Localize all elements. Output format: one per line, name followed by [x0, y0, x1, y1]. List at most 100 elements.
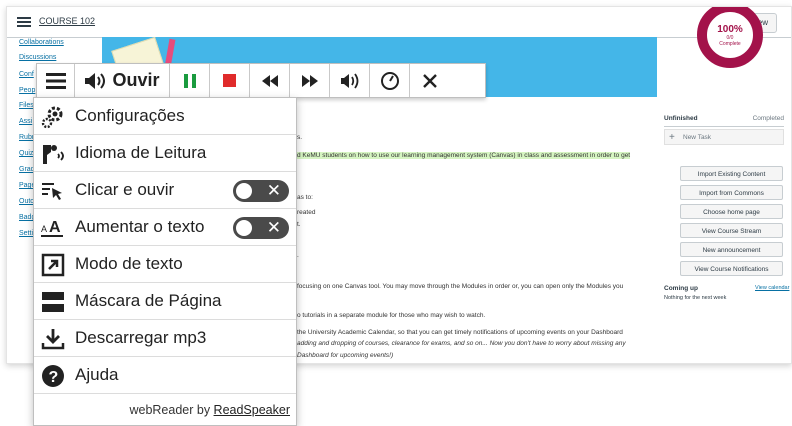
menu-item-download-mp3[interactable]: Descarregar mp3 — [34, 320, 296, 357]
click-listen-icon — [42, 183, 62, 200]
import-existing-content-button[interactable]: Import Existing Content — [680, 166, 783, 181]
tabs-divider — [664, 126, 784, 127]
settings-icon — [41, 106, 63, 129]
tab-completed[interactable]: Completed — [753, 115, 784, 122]
import-from-commons-button[interactable]: Import from Commons — [680, 185, 783, 200]
course-progress-ring: 100% 0/0 Complete — [697, 7, 763, 68]
nav-item-outcomes[interactable]: Outc — [19, 198, 34, 205]
new-task-label: New Task — [683, 134, 712, 141]
content-line: as to: — [297, 194, 313, 201]
menu-item-reading-language[interactable]: Idioma de Leitura — [34, 135, 296, 172]
new-task-button[interactable]: + New Task — [664, 129, 784, 145]
menu-item-settings[interactable]: Configurações — [34, 98, 296, 135]
hamburger-menu-icon[interactable] — [17, 17, 31, 27]
nav-item-files[interactable]: Files — [19, 102, 34, 109]
volume-icon — [340, 72, 358, 89]
speed-icon — [380, 71, 399, 90]
menu-item-text-mode[interactable]: Modo de texto — [34, 246, 296, 283]
close-readspeaker-button[interactable] — [410, 64, 450, 97]
coming-up-heading: Coming up — [664, 285, 698, 292]
menu-item-help[interactable]: ? Ajuda — [34, 357, 296, 394]
menu-icon — [45, 72, 66, 89]
new-announcement-button[interactable]: New announcement — [680, 242, 783, 257]
nav-item-collaborations[interactable]: Collaborations — [19, 39, 64, 46]
readspeaker-footer: webReader by ReadSpeaker — [34, 395, 296, 425]
menu-item-enlarge-text[interactable]: A A Aumentar o texto ✕ — [34, 209, 296, 246]
readspeaker-menu-button[interactable] — [37, 64, 75, 97]
toggle-knob — [236, 220, 252, 236]
choose-home-page-button[interactable]: Choose home page — [680, 204, 783, 219]
svg-text:A: A — [41, 224, 47, 234]
nav-item-rubrics[interactable]: Rubr — [19, 134, 34, 141]
content-line: adding and dropping of courses, clearanc… — [297, 340, 626, 347]
pause-button[interactable] — [170, 64, 210, 97]
toggle-off-icon: ✕ — [266, 181, 281, 200]
menu-item-label: Ajuda — [75, 365, 119, 384]
footer-credit: webReader by ReadSpeaker — [129, 403, 290, 417]
enlarge-text-toggle[interactable]: ✕ — [233, 217, 289, 239]
progress-status: Complete — [719, 41, 741, 47]
help-icon: ? — [42, 365, 64, 387]
progress-percent: 100% — [717, 24, 743, 35]
content-line: Dashboard for upcoming events!) — [297, 352, 394, 359]
view-course-notifications-button[interactable]: View Course Notifications — [680, 261, 783, 276]
view-calendar-link[interactable]: View calendar — [755, 285, 789, 291]
menu-item-label: Aumentar o texto — [75, 217, 205, 236]
svg-text:A: A — [49, 219, 61, 236]
content-line: focusing on one Canvas tool. You may mov… — [297, 283, 624, 290]
content-line-highlighted: d KeMU students on how to use our learni… — [297, 152, 631, 159]
plus-icon: + — [669, 132, 675, 143]
enlarge-text-icon: A A — [41, 219, 63, 237]
rewind-button[interactable] — [250, 64, 290, 97]
text-mode-icon — [41, 253, 65, 277]
course-sidebar: 100% 0/0 Complete Unfinished Completed +… — [662, 7, 791, 363]
menu-item-page-mask[interactable]: Máscara de Página — [34, 283, 296, 320]
toggle-off-icon: ✕ — [266, 218, 281, 237]
content-line: s. — [297, 134, 303, 141]
nav-item-conferences[interactable]: Conf — [19, 71, 34, 78]
nav-item-quizzes[interactable]: Quiz — [19, 150, 33, 157]
content-line: . — [297, 252, 299, 259]
content-line: reated — [297, 209, 316, 216]
menu-item-label: Descarregar mp3 — [75, 328, 207, 347]
menu-item-label: Configurações — [75, 106, 185, 125]
content-line: o tutorials in a separate module for tho… — [297, 312, 486, 319]
pause-icon — [183, 73, 196, 88]
menu-item-label: Modo de texto — [75, 254, 183, 273]
breadcrumb-course[interactable]: COURSE 102 — [39, 16, 95, 26]
click-listen-toggle[interactable]: ✕ — [233, 180, 289, 202]
reading-language-icon — [43, 145, 64, 164]
menu-item-label: Clicar e ouvir — [75, 180, 175, 199]
content-line: the University Academic Calendar, so tha… — [297, 329, 623, 336]
svg-text:?: ? — [49, 369, 59, 386]
coming-up-empty-text: Nothing for the next week — [664, 295, 727, 301]
stop-icon — [223, 74, 236, 87]
speaker-icon — [85, 72, 106, 89]
menu-item-click-and-listen[interactable]: Clicar e ouvir ✕ — [34, 172, 296, 209]
listen-label: Ouvir — [112, 70, 160, 90]
nav-item-discussions[interactable]: Discussions — [19, 54, 56, 61]
menu-item-label: Idioma de Leitura — [75, 143, 207, 162]
fast-forward-icon — [301, 74, 318, 87]
nav-item-assignments[interactable]: Assi — [19, 118, 32, 125]
page-mask-icon — [42, 292, 64, 312]
stop-button[interactable] — [210, 64, 250, 97]
speed-button[interactable] — [370, 64, 410, 97]
volume-button[interactable] — [330, 64, 370, 97]
rewind-icon — [261, 74, 278, 87]
menu-item-label: Máscara de Página — [75, 291, 222, 310]
download-icon — [41, 329, 65, 350]
fast-forward-button[interactable] — [290, 64, 330, 97]
footer-prefix: webReader by — [129, 403, 214, 417]
close-icon — [423, 73, 437, 88]
nav-item-settings[interactable]: Setti — [19, 230, 33, 237]
readspeaker-menu: Configurações Idioma de Leitura Clicar e… — [33, 97, 297, 426]
view-course-stream-button[interactable]: View Course Stream — [680, 223, 783, 238]
nav-item-people[interactable]: Peop — [19, 87, 35, 94]
readspeaker-toolbar: Ouvir — [36, 63, 486, 98]
course-top-bar: COURSE 102 ⚭ Student view — [7, 7, 791, 38]
tab-unfinished[interactable]: Unfinished — [664, 115, 698, 122]
toggle-knob — [236, 183, 252, 199]
readspeaker-link[interactable]: ReadSpeaker — [214, 403, 290, 417]
listen-button[interactable]: Ouvir — [75, 64, 170, 97]
